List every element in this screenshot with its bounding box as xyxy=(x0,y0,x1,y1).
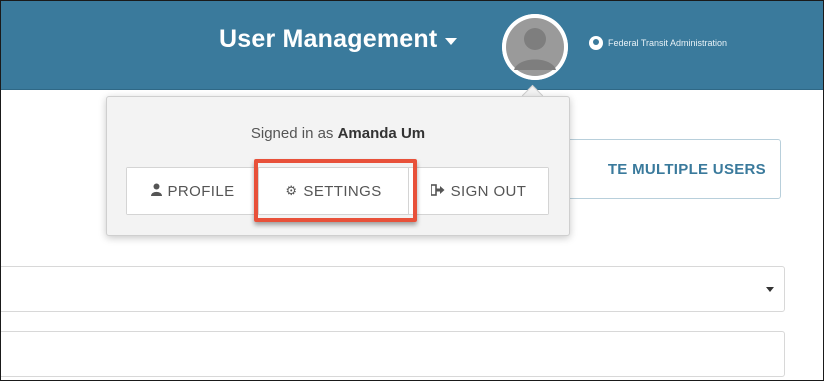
fta-logo-icon xyxy=(589,36,603,50)
role-select[interactable] xyxy=(1,266,785,312)
user-avatar-icon[interactable] xyxy=(502,14,568,80)
agency-brand: Federal Transit Administration xyxy=(589,36,727,50)
settings-label: SETTINGS xyxy=(303,182,382,200)
user-icon xyxy=(150,183,162,199)
create-multiple-users-label: TE MULTIPLE USERS xyxy=(607,160,766,178)
signed-in-user-name: Amanda Um xyxy=(337,125,426,142)
gear-icon: ⚙ xyxy=(285,183,298,198)
account-button-group: PROFILE ⚙ SETTINGS SIGN OUT xyxy=(126,167,549,215)
caret-down-icon xyxy=(766,287,774,292)
sign-out-icon xyxy=(429,183,445,199)
caret-down-icon xyxy=(445,37,458,45)
app-window: User Management Federal Transit Administ… xyxy=(0,0,824,381)
profile-button[interactable]: PROFILE xyxy=(127,168,259,214)
text-input-field[interactable] xyxy=(1,331,785,377)
sign-out-label: SIGN OUT xyxy=(450,182,527,200)
profile-label: PROFILE xyxy=(167,182,235,200)
settings-button[interactable]: ⚙ SETTINGS xyxy=(259,168,409,214)
user-management-menu[interactable]: User Management xyxy=(219,19,458,59)
agency-name: Federal Transit Administration xyxy=(608,38,728,48)
top-header-bar: User Management Federal Transit Administ… xyxy=(1,1,823,90)
create-multiple-users-button[interactable]: TE MULTIPLE USERS xyxy=(541,139,781,199)
user-dropdown-menu: Signed in as Amanda Um PROFILE ⚙ SETTING… xyxy=(106,96,570,236)
user-management-label: User Management xyxy=(219,24,438,53)
sign-out-button[interactable]: SIGN OUT xyxy=(409,168,548,214)
signed-in-text: Signed in as Amanda Um xyxy=(107,125,569,142)
signed-in-prefix: Signed in as xyxy=(250,125,334,142)
